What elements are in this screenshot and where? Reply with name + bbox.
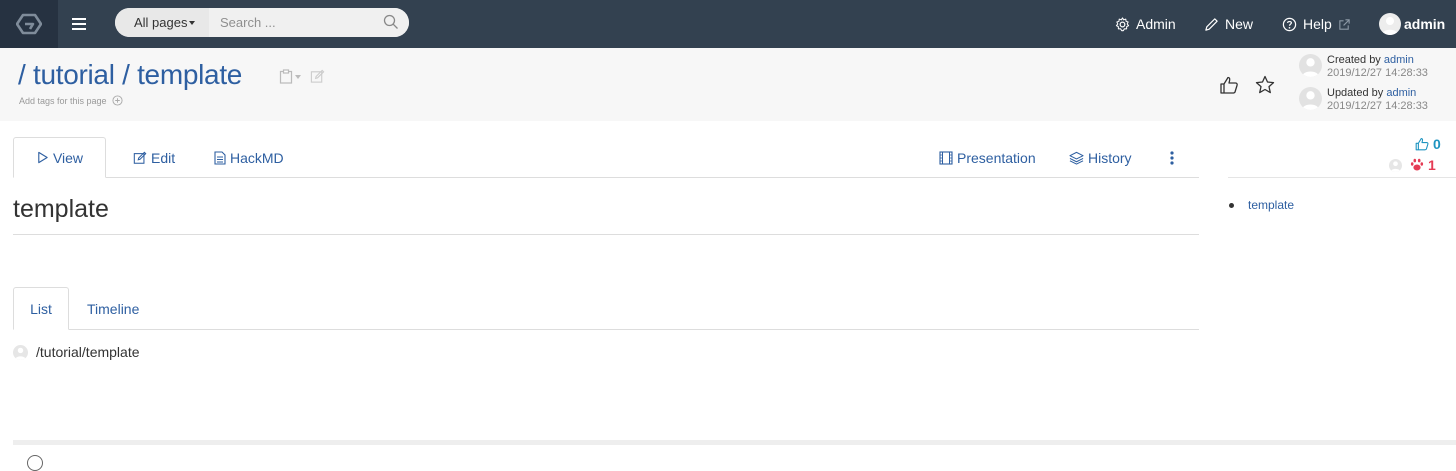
tags-section[interactable]: Add tags for this page	[19, 95, 123, 106]
nav-help[interactable]: Help	[1282, 0, 1351, 48]
search-scope-label: All pages	[134, 15, 188, 30]
caret-down-icon	[295, 74, 301, 79]
play-icon	[38, 151, 48, 164]
page-header: / tutorial / template Add tags for this …	[0, 48, 1456, 121]
like-button-icon[interactable]	[1218, 74, 1240, 96]
layers-icon	[1069, 151, 1084, 165]
seen-user-avatar	[1389, 158, 1402, 172]
question-circle-icon	[1282, 17, 1297, 31]
user-menu[interactable]: admin	[1379, 0, 1445, 48]
gear-icon	[1115, 16, 1130, 31]
tab-hackmd[interactable]: HackMD	[214, 137, 284, 178]
page-reactions	[1218, 74, 1276, 96]
page-author-avatar	[13, 344, 28, 360]
film-icon	[939, 150, 953, 165]
user-icon	[1302, 91, 1319, 110]
tab-view-label: View	[52, 149, 84, 166]
admin-link-label: Admin	[1136, 16, 1176, 32]
tab-hackmd-label: HackMD	[230, 149, 284, 166]
tab-timeline-label: Timeline	[87, 300, 140, 317]
plus-circle-icon[interactable]	[112, 95, 123, 106]
path-segment-template[interactable]: template	[137, 59, 242, 90]
user-avatar	[1379, 13, 1401, 35]
search-input[interactable]	[209, 8, 409, 37]
toc-bullet	[1229, 202, 1234, 208]
page-content-title: template	[13, 195, 109, 223]
page-path-link[interactable]: /tutorial/template	[36, 344, 140, 360]
history-button[interactable]: History	[1069, 137, 1132, 178]
circle-icon	[27, 455, 43, 471]
tab-edit-label: Edit	[151, 149, 176, 166]
nav-new-page[interactable]: New	[1204, 0, 1253, 48]
user-icon	[1390, 160, 1401, 172]
tab-list-label: List	[30, 300, 52, 317]
pencil-icon	[1205, 17, 1218, 31]
created-by-label: Created by	[1327, 54, 1381, 66]
updated-at: 2019/12/27 14:28:33	[1327, 100, 1428, 112]
help-link-label: Help	[1303, 16, 1332, 32]
edit-icon	[133, 151, 147, 164]
toc-item[interactable]: template	[1248, 198, 1294, 212]
tab-list[interactable]: List	[13, 287, 69, 330]
created-at: 2019/12/27 14:28:33	[1327, 67, 1428, 79]
logo-icon	[16, 13, 42, 35]
page-authorship: Created by admin 2019/12/27 14:28:33 Upd…	[1299, 54, 1428, 120]
page-list-tabs: List Timeline	[13, 287, 1199, 330]
tab-edit[interactable]: Edit	[133, 137, 175, 178]
seen-count: 1	[1428, 157, 1436, 173]
external-link-icon	[1339, 18, 1350, 30]
more-options-button[interactable]	[1169, 137, 1175, 178]
nav-admin[interactable]: Admin	[1115, 0, 1176, 48]
thumbs-up-icon	[1415, 138, 1429, 151]
seen-users-counter[interactable]: 1	[1389, 157, 1436, 173]
footer-divider	[13, 440, 1456, 445]
user-icon	[1382, 17, 1398, 35]
created-info: Created by admin 2019/12/27 14:28:33	[1299, 54, 1428, 80]
creator-link[interactable]: admin	[1384, 54, 1414, 66]
table-of-contents: template	[1229, 198, 1294, 212]
tab-view[interactable]: View	[13, 137, 106, 178]
updater-link[interactable]: admin	[1386, 87, 1416, 99]
creator-avatar[interactable]	[1299, 54, 1322, 77]
list-item[interactable]: /tutorial/template	[13, 344, 140, 360]
user-name: admin	[1404, 16, 1446, 32]
updated-by-label: Updated by	[1327, 87, 1384, 99]
top-navbar: All pages Admin New	[0, 0, 1456, 48]
tab-timeline[interactable]: Timeline	[87, 287, 139, 330]
add-tags-hint: Add tags for this page	[19, 95, 107, 106]
updater-avatar[interactable]	[1299, 87, 1322, 110]
user-icon	[1302, 58, 1319, 77]
caret-down-icon	[189, 20, 196, 25]
menu-toggle-button[interactable]	[72, 14, 88, 34]
path-separator: /	[18, 59, 26, 90]
page-mode-tabs: View Edit HackMD Presentation History	[13, 137, 1199, 178]
kebab-menu-icon	[1170, 150, 1174, 165]
hamburger-icon	[72, 18, 86, 30]
user-icon	[15, 347, 26, 360]
path-actions	[279, 69, 325, 84]
clipboard-icon	[279, 69, 293, 84]
search-scope-dropdown[interactable]: All pages	[115, 8, 209, 37]
presentation-label: Presentation	[957, 149, 1036, 166]
paw-icon	[1410, 158, 1424, 171]
title-divider	[13, 234, 1199, 235]
search-bar: All pages	[115, 8, 409, 37]
path-separator: /	[122, 59, 130, 90]
bookmark-star-icon[interactable]	[1254, 74, 1276, 96]
toc-divider	[1228, 177, 1456, 178]
edit-path-icon[interactable]	[310, 69, 325, 84]
path-segment-tutorial[interactable]: tutorial	[33, 59, 115, 90]
page-path-breadcrumb: / tutorial / template	[18, 59, 242, 91]
history-label: History	[1088, 149, 1132, 166]
new-page-label: New	[1225, 16, 1254, 32]
growi-logo[interactable]	[0, 0, 58, 48]
likes-counter[interactable]: 0	[1414, 136, 1441, 152]
document-icon	[214, 150, 226, 165]
copy-path-dropdown[interactable]	[279, 69, 301, 84]
likes-count: 0	[1433, 136, 1441, 152]
search-icon[interactable]	[383, 14, 399, 30]
updated-info: Updated by admin 2019/12/27 14:28:33	[1299, 87, 1428, 113]
presentation-button[interactable]: Presentation	[939, 137, 1036, 178]
